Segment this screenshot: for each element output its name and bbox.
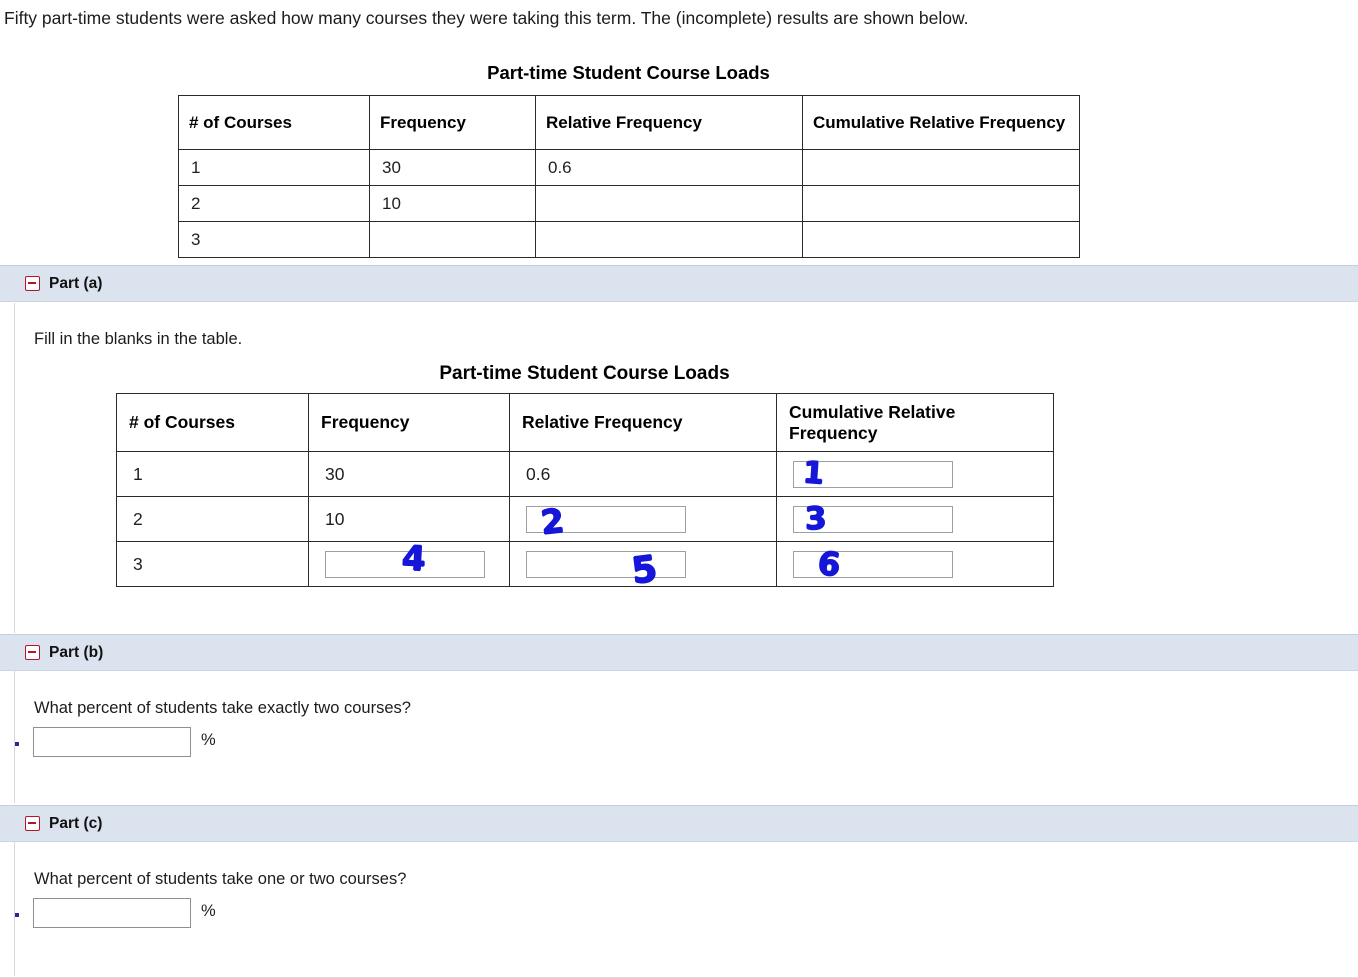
- cell-frequency: 30: [308, 451, 510, 497]
- course-loads-table-answer: # of Courses Frequency Relative Frequenc…: [116, 393, 1054, 587]
- part-c-percent-sign: %: [201, 902, 216, 920]
- cell-cumulative-relative-frequency: [802, 149, 1080, 186]
- minus-square-icon[interactable]: [25, 645, 40, 660]
- cell-relative-frequency: 0.6: [535, 149, 803, 186]
- col-header-relative-frequency: Relative Frequency: [535, 95, 803, 150]
- col-header-courses: # of Courses: [116, 393, 309, 452]
- part-a-header[interactable]: Part (a): [0, 265, 1358, 302]
- part-c-question: What percent of students take one or two…: [34, 870, 407, 888]
- table-row: 2 10: [178, 185, 1080, 222]
- cell-relative-frequency: [509, 541, 777, 587]
- part-a-label: Part (a): [49, 275, 103, 292]
- input-relative-frequency-row3[interactable]: [526, 550, 686, 578]
- cell-courses: 2: [178, 185, 370, 222]
- col-header-relative-frequency: Relative Frequency: [509, 393, 777, 452]
- col-header-frequency: Frequency: [308, 393, 510, 452]
- part-b-percent-sign: %: [201, 731, 216, 749]
- cell-frequency: 10: [308, 496, 510, 542]
- table-row: 1 30 0.6: [178, 149, 1080, 186]
- cell-relative-frequency: [535, 185, 803, 222]
- col-header-frequency: Frequency: [369, 95, 536, 150]
- cell-cumulative-relative-frequency: [802, 185, 1080, 222]
- content-left-rule-b: [14, 671, 15, 803]
- table-header-row: # of Courses Frequency Relative Frequenc…: [178, 95, 1080, 150]
- table-header-row: # of Courses Frequency Relative Frequenc…: [116, 393, 1054, 452]
- input-frequency-row3[interactable]: [325, 550, 485, 578]
- content-left-rule-c: [14, 842, 15, 976]
- cell-courses: 2: [116, 496, 309, 542]
- part-a-prompt: Fill in the blanks in the table.: [34, 330, 243, 348]
- content-left-rule-a: [14, 303, 15, 633]
- course-loads-table-given: # of Courses Frequency Relative Frequenc…: [178, 95, 1080, 258]
- table-row: 1 30 0.6: [116, 451, 1054, 497]
- table-row: 3: [116, 541, 1054, 587]
- cell-cumulative-relative-frequency: [776, 496, 1054, 542]
- part-b-question: What percent of students take exactly tw…: [34, 699, 411, 717]
- cell-cumulative-relative-frequency: [776, 541, 1054, 587]
- part-b-label: Part (b): [49, 644, 104, 661]
- table2-title: Part-time Student Course Loads: [439, 363, 730, 384]
- minus-square-icon[interactable]: [25, 816, 40, 831]
- cell-cumulative-relative-frequency: [776, 451, 1054, 497]
- part-b-header[interactable]: Part (b): [0, 634, 1358, 671]
- cell-courses: 1: [178, 149, 370, 186]
- input-cumulative-relative-frequency-row2[interactable]: [793, 505, 953, 533]
- input-cumulative-relative-frequency-row3[interactable]: [793, 550, 953, 578]
- part-b-percent-input[interactable]: [33, 727, 191, 757]
- cell-courses: 1: [116, 451, 309, 497]
- cell-courses: 3: [116, 541, 309, 587]
- cell-frequency: 30: [369, 149, 536, 186]
- cell-courses: 3: [178, 221, 370, 258]
- part-c-header[interactable]: Part (c): [0, 805, 1358, 842]
- cell-frequency: [308, 541, 510, 587]
- cell-frequency: [369, 221, 536, 258]
- col-header-cumulative-relative-frequency: Cumulative Relative Frequency: [802, 95, 1080, 150]
- minus-square-icon[interactable]: [25, 276, 40, 291]
- part-c-percent-input[interactable]: [33, 898, 191, 928]
- cell-relative-frequency: [509, 496, 777, 542]
- table-row: 2 10: [116, 496, 1054, 542]
- bullet-marker: [15, 913, 19, 917]
- input-relative-frequency-row2[interactable]: [526, 505, 686, 533]
- col-header-cumulative-relative-frequency: Cumulative Relative Frequency: [776, 393, 1054, 452]
- input-cumulative-relative-frequency-row1[interactable]: [793, 460, 953, 488]
- table-row: 3: [178, 221, 1080, 258]
- cell-frequency: 10: [369, 185, 536, 222]
- cell-relative-frequency: 0.6: [509, 451, 777, 497]
- cell-relative-frequency: [535, 221, 803, 258]
- problem-statement: Fifty part-time students were asked how …: [4, 8, 969, 28]
- table1-title: Part-time Student Course Loads: [487, 62, 770, 83]
- bullet-marker: [15, 742, 19, 746]
- part-c-label: Part (c): [49, 815, 103, 832]
- cell-cumulative-relative-frequency: [802, 221, 1080, 258]
- col-header-courses: # of Courses: [178, 95, 370, 150]
